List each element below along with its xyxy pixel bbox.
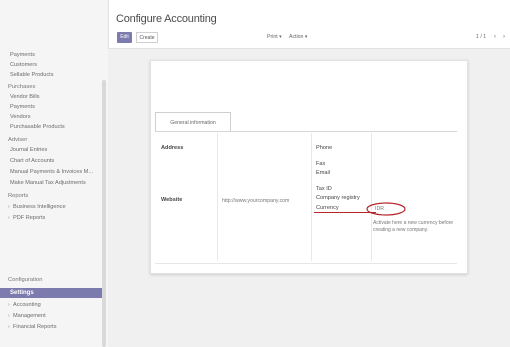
- sidebar-heading-reports: Reports: [8, 193, 29, 199]
- form-sheet: [150, 60, 468, 274]
- sidebar-item-label: Settings: [10, 290, 34, 296]
- tab-divider: [155, 131, 457, 132]
- sidebar-item-payments[interactable]: Payments: [10, 52, 35, 59]
- sidebar-scrollbar[interactable]: [102, 80, 106, 347]
- currency-label: Currency: [316, 205, 339, 211]
- fax-label: Fax: [316, 161, 326, 167]
- print-dropdown[interactable]: Print ▾: [267, 33, 282, 42]
- column-divider: [371, 133, 372, 261]
- email-label: Email: [316, 170, 330, 176]
- company-registry-label: Company registry: [316, 195, 360, 201]
- edit-button[interactable]: Edit: [117, 32, 132, 43]
- chevron-right-icon: ›: [8, 313, 10, 319]
- sidebar-item-vendors[interactable]: Vendors: [10, 114, 31, 121]
- sidebar-heading-adviser: Adviser: [8, 137, 28, 143]
- sidebar-item-sellable-products[interactable]: Sellable Products: [10, 72, 54, 79]
- website-label: Website: [161, 197, 183, 203]
- create-button[interactable]: Create: [136, 32, 158, 43]
- chevron-right-icon: ›: [8, 215, 10, 221]
- sidebar-item-chart-of-accounts[interactable]: Chart of Accounts: [10, 158, 54, 165]
- sidebar: Payments Customers Sellable Products Pur…: [0, 0, 109, 347]
- phone-label: Phone: [316, 145, 333, 151]
- action-dropdown[interactable]: Action ▾: [289, 33, 307, 42]
- sidebar-item-settings[interactable]: Settings: [0, 288, 106, 298]
- sidebar-item-accounting[interactable]: Accounting: [13, 302, 41, 309]
- sidebar-heading-configuration: Configuration: [8, 277, 43, 283]
- sidebar-item-purchase-payments[interactable]: Payments: [10, 104, 35, 111]
- chevron-right-icon: ›: [8, 204, 10, 210]
- chevron-right-icon: ›: [8, 324, 10, 330]
- column-divider: [311, 133, 312, 261]
- sidebar-item-manual-payments[interactable]: Manual Payments & Invoices M...: [10, 169, 93, 176]
- sidebar-item-management[interactable]: Management: [13, 313, 46, 320]
- sidebar-item-purchasable-products[interactable]: Purchasable Products: [10, 124, 65, 131]
- sidebar-item-vendor-bills[interactable]: Vendor Bills: [10, 94, 40, 101]
- sidebar-item-business-intelligence[interactable]: Business Intelligence: [13, 204, 66, 211]
- sidebar-item-pdf-reports[interactable]: PDF Reports: [13, 215, 45, 222]
- next-record-icon[interactable]: ›: [503, 33, 505, 42]
- currency-annotation-ellipse: [366, 202, 406, 216]
- pager[interactable]: 1 / 1: [476, 33, 486, 42]
- sidebar-item-financial-reports[interactable]: Financial Reports: [13, 324, 57, 331]
- currency-hint: Activate here a new currency before crea…: [373, 220, 454, 233]
- tab-general-information[interactable]: General information: [155, 112, 231, 132]
- sidebar-item-customers[interactable]: Customers: [10, 62, 37, 69]
- form-bottom-divider: [155, 263, 457, 264]
- tax-id-label: Tax ID: [316, 186, 332, 192]
- address-label: Address: [161, 145, 184, 151]
- sidebar-item-journal-entries[interactable]: Journal Entries: [10, 147, 47, 154]
- prev-record-icon[interactable]: ‹: [494, 33, 496, 42]
- page-title: Configure Accounting: [116, 13, 217, 25]
- sidebar-heading-purchases: Purchases: [8, 84, 36, 90]
- column-divider: [217, 133, 218, 261]
- sidebar-item-manual-tax-adjustments[interactable]: Make Manual Tax Adjustments: [10, 180, 86, 187]
- chevron-right-icon: ›: [8, 302, 10, 308]
- website-value[interactable]: http://www.yourcompany.com: [222, 198, 289, 205]
